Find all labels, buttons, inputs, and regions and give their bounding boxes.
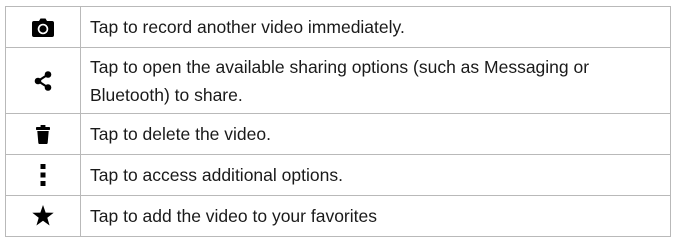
icon-cell — [5, 6, 81, 48]
table-row: Tap to add the video to your favorites — [5, 195, 671, 237]
description-favorite: Tap to add the video to your favorites — [80, 195, 671, 237]
icon-cell — [5, 195, 81, 237]
description-more-options: Tap to access additional options. — [80, 154, 671, 196]
description-delete: Tap to delete the video. — [80, 113, 671, 155]
icon-cell — [5, 113, 81, 155]
more-options-icon — [28, 160, 58, 190]
trash-icon — [28, 119, 58, 149]
description-share: Tap to open the available sharing option… — [80, 47, 671, 114]
table-row: Tap to access additional options. — [5, 154, 671, 196]
icon-cell — [5, 47, 81, 114]
icon-description-table: Tap to record another video immediately.… — [5, 6, 671, 237]
star-icon — [28, 201, 58, 231]
icon-cell — [5, 154, 81, 196]
table-row: Tap to delete the video. — [5, 113, 671, 155]
table-row: Tap to record another video immediately. — [5, 6, 671, 48]
camera-icon — [28, 12, 58, 42]
share-icon — [28, 66, 58, 96]
description-record-another: Tap to record another video immediately. — [80, 6, 671, 48]
table-row: Tap to open the available sharing option… — [5, 47, 671, 114]
